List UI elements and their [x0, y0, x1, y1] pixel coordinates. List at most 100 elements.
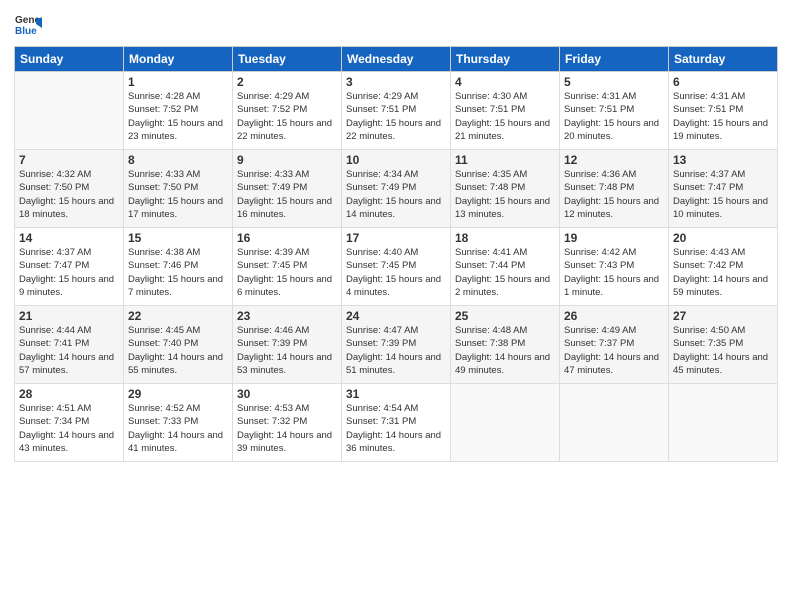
day-cell: 13Sunrise: 4:37 AMSunset: 7:47 PMDayligh…: [669, 150, 778, 228]
day-number: 9: [237, 153, 337, 167]
day-info: Sunrise: 4:34 AMSunset: 7:49 PMDaylight:…: [346, 168, 446, 221]
day-cell: 4Sunrise: 4:30 AMSunset: 7:51 PMDaylight…: [451, 72, 560, 150]
weekday-header-sunday: Sunday: [15, 47, 124, 72]
day-info: Sunrise: 4:42 AMSunset: 7:43 PMDaylight:…: [564, 246, 664, 299]
day-cell: 3Sunrise: 4:29 AMSunset: 7:51 PMDaylight…: [342, 72, 451, 150]
day-cell: 11Sunrise: 4:35 AMSunset: 7:48 PMDayligh…: [451, 150, 560, 228]
day-number: 23: [237, 309, 337, 323]
day-info: Sunrise: 4:48 AMSunset: 7:38 PMDaylight:…: [455, 324, 555, 377]
day-cell: 5Sunrise: 4:31 AMSunset: 7:51 PMDaylight…: [560, 72, 669, 150]
day-cell: 12Sunrise: 4:36 AMSunset: 7:48 PMDayligh…: [560, 150, 669, 228]
day-cell: 28Sunrise: 4:51 AMSunset: 7:34 PMDayligh…: [15, 384, 124, 462]
day-number: 7: [19, 153, 119, 167]
day-info: Sunrise: 4:35 AMSunset: 7:48 PMDaylight:…: [455, 168, 555, 221]
day-info: Sunrise: 4:28 AMSunset: 7:52 PMDaylight:…: [128, 90, 228, 143]
day-number: 17: [346, 231, 446, 245]
day-cell: [669, 384, 778, 462]
day-info: Sunrise: 4:51 AMSunset: 7:34 PMDaylight:…: [19, 402, 119, 455]
day-cell: 9Sunrise: 4:33 AMSunset: 7:49 PMDaylight…: [233, 150, 342, 228]
day-number: 11: [455, 153, 555, 167]
week-row-3: 14Sunrise: 4:37 AMSunset: 7:47 PMDayligh…: [15, 228, 778, 306]
day-cell: [451, 384, 560, 462]
day-info: Sunrise: 4:40 AMSunset: 7:45 PMDaylight:…: [346, 246, 446, 299]
day-cell: 19Sunrise: 4:42 AMSunset: 7:43 PMDayligh…: [560, 228, 669, 306]
day-cell: 24Sunrise: 4:47 AMSunset: 7:39 PMDayligh…: [342, 306, 451, 384]
logo-icon: General Blue: [14, 10, 42, 38]
day-number: 15: [128, 231, 228, 245]
day-cell: 26Sunrise: 4:49 AMSunset: 7:37 PMDayligh…: [560, 306, 669, 384]
day-cell: 16Sunrise: 4:39 AMSunset: 7:45 PMDayligh…: [233, 228, 342, 306]
day-cell: 1Sunrise: 4:28 AMSunset: 7:52 PMDaylight…: [124, 72, 233, 150]
day-cell: 17Sunrise: 4:40 AMSunset: 7:45 PMDayligh…: [342, 228, 451, 306]
day-cell: 21Sunrise: 4:44 AMSunset: 7:41 PMDayligh…: [15, 306, 124, 384]
day-cell: 29Sunrise: 4:52 AMSunset: 7:33 PMDayligh…: [124, 384, 233, 462]
day-number: 20: [673, 231, 773, 245]
logo: General Blue: [14, 10, 46, 38]
day-number: 24: [346, 309, 446, 323]
weekday-header-friday: Friday: [560, 47, 669, 72]
week-row-1: 1Sunrise: 4:28 AMSunset: 7:52 PMDaylight…: [15, 72, 778, 150]
day-number: 30: [237, 387, 337, 401]
day-number: 8: [128, 153, 228, 167]
day-info: Sunrise: 4:46 AMSunset: 7:39 PMDaylight:…: [237, 324, 337, 377]
day-number: 21: [19, 309, 119, 323]
day-number: 5: [564, 75, 664, 89]
day-number: 31: [346, 387, 446, 401]
day-info: Sunrise: 4:41 AMSunset: 7:44 PMDaylight:…: [455, 246, 555, 299]
day-cell: 22Sunrise: 4:45 AMSunset: 7:40 PMDayligh…: [124, 306, 233, 384]
day-info: Sunrise: 4:32 AMSunset: 7:50 PMDaylight:…: [19, 168, 119, 221]
day-cell: 25Sunrise: 4:48 AMSunset: 7:38 PMDayligh…: [451, 306, 560, 384]
day-cell: 30Sunrise: 4:53 AMSunset: 7:32 PMDayligh…: [233, 384, 342, 462]
day-number: 4: [455, 75, 555, 89]
week-row-5: 28Sunrise: 4:51 AMSunset: 7:34 PMDayligh…: [15, 384, 778, 462]
day-info: Sunrise: 4:44 AMSunset: 7:41 PMDaylight:…: [19, 324, 119, 377]
calendar-table: SundayMondayTuesdayWednesdayThursdayFrid…: [14, 46, 778, 462]
day-number: 16: [237, 231, 337, 245]
day-number: 25: [455, 309, 555, 323]
day-cell: 23Sunrise: 4:46 AMSunset: 7:39 PMDayligh…: [233, 306, 342, 384]
day-cell: [560, 384, 669, 462]
day-info: Sunrise: 4:39 AMSunset: 7:45 PMDaylight:…: [237, 246, 337, 299]
day-info: Sunrise: 4:43 AMSunset: 7:42 PMDaylight:…: [673, 246, 773, 299]
day-cell: 18Sunrise: 4:41 AMSunset: 7:44 PMDayligh…: [451, 228, 560, 306]
weekday-header-tuesday: Tuesday: [233, 47, 342, 72]
header: General Blue: [14, 10, 778, 38]
day-number: 3: [346, 75, 446, 89]
day-info: Sunrise: 4:53 AMSunset: 7:32 PMDaylight:…: [237, 402, 337, 455]
day-number: 12: [564, 153, 664, 167]
day-info: Sunrise: 4:30 AMSunset: 7:51 PMDaylight:…: [455, 90, 555, 143]
day-number: 1: [128, 75, 228, 89]
day-info: Sunrise: 4:37 AMSunset: 7:47 PMDaylight:…: [19, 246, 119, 299]
calendar-container: General Blue SundayMondayTuesdayWednesda…: [0, 0, 792, 612]
day-cell: 20Sunrise: 4:43 AMSunset: 7:42 PMDayligh…: [669, 228, 778, 306]
day-info: Sunrise: 4:29 AMSunset: 7:52 PMDaylight:…: [237, 90, 337, 143]
day-info: Sunrise: 4:37 AMSunset: 7:47 PMDaylight:…: [673, 168, 773, 221]
day-info: Sunrise: 4:36 AMSunset: 7:48 PMDaylight:…: [564, 168, 664, 221]
day-number: 18: [455, 231, 555, 245]
day-info: Sunrise: 4:31 AMSunset: 7:51 PMDaylight:…: [673, 90, 773, 143]
day-info: Sunrise: 4:54 AMSunset: 7:31 PMDaylight:…: [346, 402, 446, 455]
weekday-header-saturday: Saturday: [669, 47, 778, 72]
day-number: 10: [346, 153, 446, 167]
day-cell: 15Sunrise: 4:38 AMSunset: 7:46 PMDayligh…: [124, 228, 233, 306]
day-info: Sunrise: 4:33 AMSunset: 7:49 PMDaylight:…: [237, 168, 337, 221]
day-cell: 2Sunrise: 4:29 AMSunset: 7:52 PMDaylight…: [233, 72, 342, 150]
day-number: 13: [673, 153, 773, 167]
weekday-header-monday: Monday: [124, 47, 233, 72]
day-cell: 14Sunrise: 4:37 AMSunset: 7:47 PMDayligh…: [15, 228, 124, 306]
day-number: 19: [564, 231, 664, 245]
day-number: 26: [564, 309, 664, 323]
day-info: Sunrise: 4:52 AMSunset: 7:33 PMDaylight:…: [128, 402, 228, 455]
day-number: 22: [128, 309, 228, 323]
day-number: 28: [19, 387, 119, 401]
day-cell: 27Sunrise: 4:50 AMSunset: 7:35 PMDayligh…: [669, 306, 778, 384]
day-info: Sunrise: 4:38 AMSunset: 7:46 PMDaylight:…: [128, 246, 228, 299]
day-info: Sunrise: 4:50 AMSunset: 7:35 PMDaylight:…: [673, 324, 773, 377]
day-info: Sunrise: 4:45 AMSunset: 7:40 PMDaylight:…: [128, 324, 228, 377]
week-row-4: 21Sunrise: 4:44 AMSunset: 7:41 PMDayligh…: [15, 306, 778, 384]
day-number: 2: [237, 75, 337, 89]
weekday-header-thursday: Thursday: [451, 47, 560, 72]
day-number: 14: [19, 231, 119, 245]
day-number: 27: [673, 309, 773, 323]
day-number: 29: [128, 387, 228, 401]
